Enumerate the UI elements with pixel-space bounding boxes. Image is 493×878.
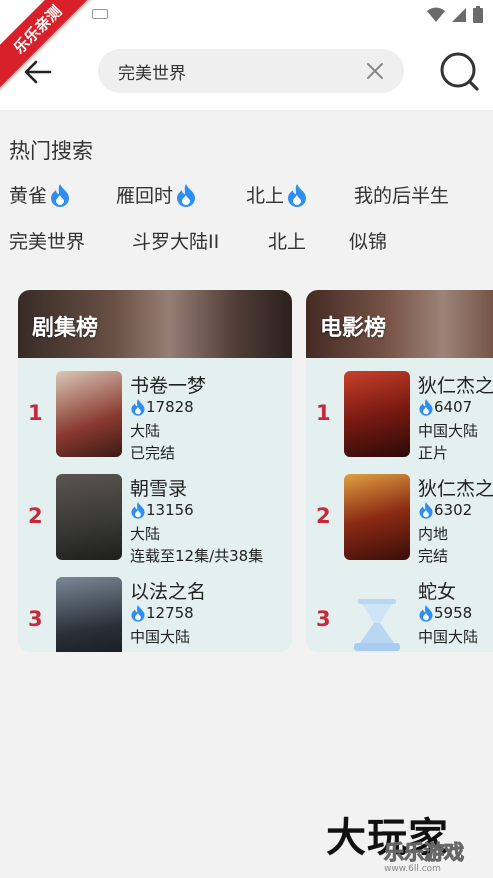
hot-search-tag[interactable]: 黄雀 [9,181,71,208]
poster-image [344,371,410,457]
search-icon[interactable] [440,52,480,92]
ranking-cards: 剧集榜 1 书卷一梦 17828 大陆 已完结 2 朝雪录 13156 大陆 连… [18,290,493,652]
poster-image [56,577,122,652]
item-title: 狄仁杰之 [418,375,493,397]
hot-search-row-2: 完美世界 斗罗大陆II 北上 似锦 [0,227,493,257]
poster-image [56,371,122,457]
rank-number: 3 [28,607,43,631]
hot-search-title: 热门搜索 [9,139,93,163]
poster-image [56,474,122,560]
hot-fire-icon [177,183,196,207]
item-region: 中国大陆 [418,422,479,440]
loading-hourglass-icon [354,599,400,651]
hot-search-tag[interactable]: 我的后半生 [354,181,449,208]
hot-search-tag[interactable]: 完美世界 [9,227,85,254]
rank-number: 2 [28,504,43,528]
card-title: 电影榜 [320,316,387,341]
tv-ranking-card: 剧集榜 1 书卷一梦 17828 大陆 已完结 2 朝雪录 13156 大陆 连… [18,290,292,652]
ranking-item[interactable]: 1 书卷一梦 17828 大陆 已完结 [18,371,292,462]
ranking-item[interactable]: 3 以法之名 12758 中国大陆 [18,577,292,652]
back-arrow-icon[interactable] [22,56,54,88]
heat-fire-icon [419,502,433,519]
poster-placeholder [344,577,410,652]
item-title: 书卷一梦 [130,375,207,397]
item-heat: 6407 [418,398,472,416]
item-title: 狄仁杰之 [418,478,493,500]
hot-search-row-1: 黄雀 雁回时 北上 我的后半生 [0,181,493,211]
heat-fire-icon [419,399,433,416]
item-status: 连载至12集/共38集 [130,547,264,565]
ranking-item[interactable]: 2 朝雪录 13156 大陆 连载至12集/共38集 [18,474,292,565]
item-region: 中国大陆 [418,628,479,646]
watermark-subtitle: 乐乐游戏 [384,840,465,865]
rank-number: 2 [316,504,331,528]
item-heat: 6302 [418,501,472,519]
item-region: 大陆 [130,422,161,440]
heat-fire-icon [131,605,145,622]
rank-number: 3 [316,607,331,631]
rank-number: 1 [316,401,331,425]
heat-fire-icon [131,399,145,416]
watermark-url: www.6ll.com [384,864,441,874]
item-status: 完结 [418,547,449,565]
item-heat: 17828 [130,398,194,416]
search-input[interactable] [118,49,358,93]
signal-icon [452,7,466,22]
movie-ranking-card: 电影榜 1 狄仁杰之 6407 中国大陆 正片 2 狄仁杰之 6302 内地 完… [306,290,493,652]
keyboard-icon [92,9,108,19]
item-status: 正片 [418,444,449,462]
battery-icon [473,6,483,23]
heat-fire-icon [419,605,433,622]
search-box [98,49,404,93]
item-status: 已完结 [130,444,176,462]
item-title: 蛇女 [418,581,457,603]
wifi-icon [427,7,445,22]
item-heat: 12758 [130,604,194,622]
item-title: 朝雪录 [130,478,188,500]
hot-fire-icon [51,183,70,207]
hot-search-tag[interactable]: 雁回时 [116,181,197,208]
item-region: 内地 [418,525,449,543]
poster-image [344,474,410,560]
item-title: 以法之名 [130,581,207,603]
item-heat: 5958 [418,604,472,622]
hot-search-tag[interactable]: 似锦 [349,227,387,254]
ranking-item[interactable]: 2 狄仁杰之 6302 内地 完结 [306,474,493,565]
heat-fire-icon [131,502,145,519]
item-heat: 13156 [130,501,194,519]
top-bar [0,32,493,110]
clear-icon[interactable] [366,62,384,80]
rank-number: 1 [28,401,43,425]
ranking-item[interactable]: 1 狄仁杰之 6407 中国大陆 正片 [306,371,493,462]
hot-search-tag[interactable]: 北上 [246,181,308,208]
hot-fire-icon [288,183,307,207]
ranking-item[interactable]: 3 蛇女 5958 中国大陆 [306,577,493,652]
hot-search-tag[interactable]: 北上 [268,227,306,254]
hot-search-tag[interactable]: 斗罗大陆II [132,227,219,254]
item-region: 大陆 [130,525,161,543]
item-region: 中国大陆 [130,628,191,646]
card-title: 剧集榜 [32,316,99,341]
